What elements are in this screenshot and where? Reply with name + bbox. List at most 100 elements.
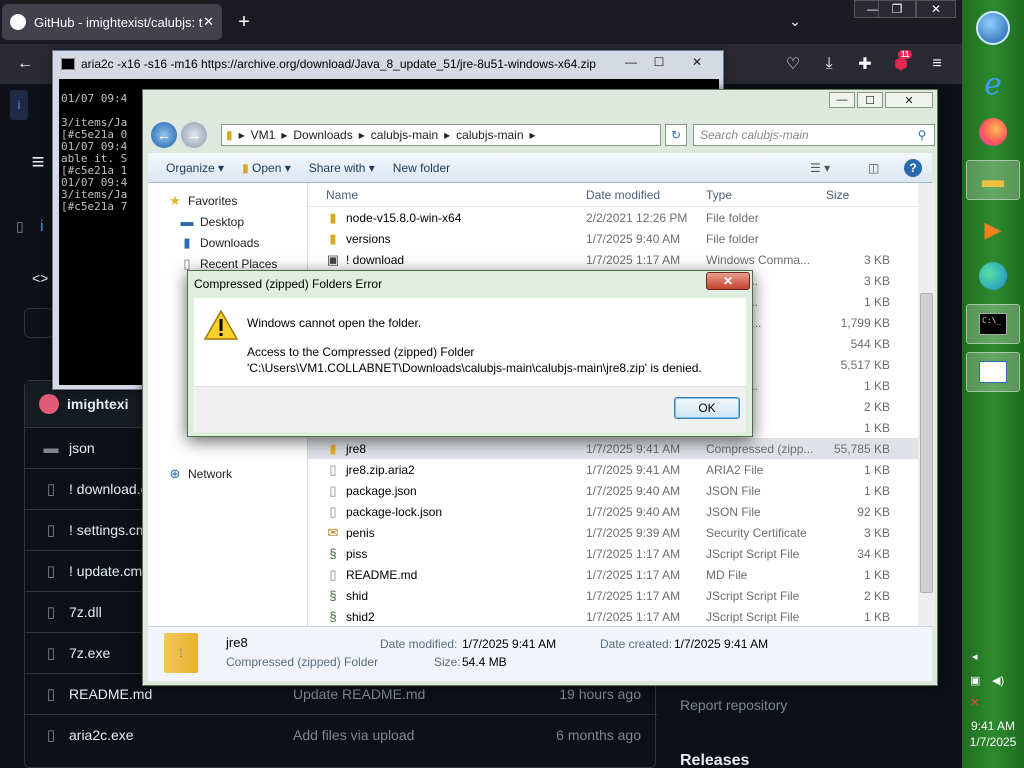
file-name: shid — [346, 588, 369, 603]
file-row[interactable]: ▯ package.json 1/7/2025 9:40 AM JSON File 1 … — [308, 480, 918, 501]
file-row[interactable]: ✉ penis 1/7/2025 9:39 AM Security Certifica… — [308, 522, 918, 543]
file-row[interactable]: ▯ README.md 1/7/2025 1:17 AM MD File 1 KB — [308, 564, 918, 585]
volume-tray-icon[interactable]: ◀) — [992, 674, 1004, 687]
breadcrumb-downloads[interactable]: Downloads — [293, 128, 352, 142]
file-row[interactable]: ▮ jre8 1/7/2025 9:41 AM Compressed (zipp...… — [308, 438, 918, 459]
github-file-name[interactable]: aria2c.exe — [69, 727, 269, 743]
forward-button[interactable]: → — [181, 122, 207, 148]
releases-heading: Releases — [680, 752, 750, 768]
file-icon: ▯ — [329, 461, 337, 477]
dialog-taskbar-icon[interactable] — [966, 352, 1020, 392]
column-size[interactable]: Size — [826, 188, 849, 202]
breadcrumb-vm1[interactable]: VM1 — [251, 128, 276, 142]
code-tab-icon[interactable]: <> — [32, 270, 48, 286]
back-button[interactable]: ← — [151, 122, 177, 148]
commit-author[interactable]: imightexi — [67, 396, 128, 412]
file-name: jre8 — [346, 441, 367, 456]
nav-desktop[interactable]: ▬ Desktop — [178, 214, 245, 229]
open-button[interactable]: ▮ Open ▾ — [242, 161, 291, 175]
github-commit-date: 6 months ago — [556, 727, 641, 743]
share-with-button[interactable]: Share with ▾ — [309, 161, 375, 175]
branch-button[interactable] — [24, 308, 54, 338]
file-type: Compressed (zipp... — [706, 441, 814, 456]
file-row[interactable]: § shid 1/7/2025 1:17 AM JScript Script File… — [308, 585, 918, 606]
pocket-icon[interactable]: ♡ — [780, 52, 806, 76]
column-date-modified[interactable]: Date modified — [586, 188, 660, 202]
preview-pane-icon[interactable]: ◫ — [868, 161, 879, 175]
new-folder-button[interactable]: New folder — [393, 161, 450, 175]
menu-icon[interactable]: ≡ — [924, 52, 950, 76]
explorer-close-button[interactable]: ✕ — [885, 92, 933, 108]
extensions-icon[interactable]: ✚ — [852, 52, 878, 76]
file-row[interactable]: ▮ versions 1/7/2025 9:40 AM File folder — [308, 228, 918, 249]
file-name: ! download — [346, 252, 405, 267]
explorer-maximize-button[interactable]: ☐ — [857, 92, 883, 108]
console-taskbar-icon[interactable]: C:\_ — [966, 304, 1020, 344]
file-type: JSON File — [706, 504, 761, 519]
search-input[interactable]: Search calubjs-main — [693, 124, 935, 146]
github-commit-message[interactable]: Update README.md — [293, 686, 425, 702]
close-tab-icon[interactable]: ✕ — [203, 14, 214, 30]
console-close-button[interactable]: ✕ — [675, 53, 719, 71]
explorer-minimize-button[interactable]: — — [829, 92, 855, 108]
file-size: 1 KB — [863, 567, 890, 582]
scrollbar-thumb[interactable] — [920, 293, 933, 593]
file-row[interactable]: § shid2 1/7/2025 1:17 AM JScript Script Fil… — [308, 606, 918, 627]
console-minimize-button[interactable]: — — [617, 53, 645, 71]
github-logo-icon — [10, 14, 26, 30]
file-row[interactable]: ▣ ! download 1/7/2025 1:17 AM Windows Comma… — [308, 249, 918, 270]
hamburger-icon[interactable]: ≡ — [26, 149, 50, 174]
search-icon[interactable]: ⚲ — [913, 126, 931, 144]
network-tray-icon[interactable]: ▣ — [970, 674, 980, 687]
help-icon[interactable]: ? — [904, 158, 922, 177]
github-commit-message[interactable]: Add files via upload — [293, 727, 414, 743]
file-size: 544 KB — [850, 336, 890, 351]
column-type[interactable]: Type — [706, 188, 732, 202]
firefox-icon[interactable] — [966, 112, 1020, 152]
report-repository-link[interactable]: Report repository — [680, 697, 787, 713]
vertical-scrollbar[interactable] — [918, 183, 935, 626]
internet-explorer-icon[interactable]: e — [966, 64, 1020, 104]
dialog-close-button[interactable]: ✕ — [706, 272, 750, 290]
github-file-name[interactable]: README.md — [69, 686, 269, 702]
github-file-row[interactable]: ▯ aria2c.exe Add files via upload 6 months … — [25, 714, 657, 755]
address-bar[interactable]: ▮ ▸ VM1 ▸ Downloads ▸ calubjs-main ▸ cal… — [221, 124, 661, 146]
breadcrumb-calubjs-main[interactable]: calubjs-main — [371, 128, 438, 142]
list-all-tabs-icon[interactable]: ⌄ — [784, 10, 806, 32]
file-name: README.md — [346, 567, 418, 582]
explorer-taskbar-icon[interactable]: ▬ — [966, 160, 1020, 200]
show-hidden-icons[interactable]: ◂ — [972, 650, 978, 663]
action-center-tray-icon[interactable]: ✕ — [970, 696, 979, 709]
nav-favorites[interactable]: ★ Favorites — [166, 193, 237, 209]
error-dialog[interactable]: Compressed (zipped) Folders Error ✕ Wind… — [187, 270, 753, 437]
repo-owner-link[interactable]: i — [40, 218, 44, 236]
file-row[interactable]: ▯ jre8.zip.aria2 1/7/2025 9:41 AM ARIA2 Fil… — [308, 459, 918, 480]
file-row[interactable]: ▯ package-lock.json 1/7/2025 9:40 AM JSON F… — [308, 501, 918, 522]
dialog-message-1: Windows cannot open the folder. — [247, 316, 422, 330]
restore-browser-button[interactable]: ❐ — [878, 0, 916, 18]
console-maximize-button[interactable]: ☐ — [645, 53, 673, 71]
downloads-icon[interactable]: ⤓ — [816, 52, 842, 76]
dialog-titlebar[interactable]: Compressed (zipped) Folders Error — [188, 271, 752, 297]
file-row[interactable]: ▮ node-v15.8.0-win-x64 2/2/2021 12:26 PM Fi… — [308, 207, 918, 228]
taskbar-clock[interactable]: 9:41 AM 1/7/2025 — [962, 718, 1024, 750]
column-name[interactable]: Name — [326, 188, 358, 202]
open-label: Open — [252, 160, 282, 175]
view-options-icon[interactable]: ☰ ▾ — [810, 161, 830, 175]
breadcrumb-calubjs-main-2[interactable]: calubjs-main — [456, 128, 523, 142]
nav-network[interactable]: ⊕ Network — [166, 466, 232, 482]
browser-tab-github[interactable]: GitHub - imightexist/calubjs: th ✕ — [2, 4, 222, 40]
star-icon: ★ — [169, 193, 181, 208]
edge-icon[interactable] — [966, 256, 1020, 296]
refresh-icon[interactable]: ↻ — [665, 124, 687, 146]
start-button[interactable] — [966, 8, 1020, 48]
close-browser-button[interactable]: ✕ — [916, 0, 956, 18]
file-row[interactable]: § piss 1/7/2025 1:17 AM JScript Script File… — [308, 543, 918, 564]
media-player-icon[interactable]: ▶ — [966, 210, 1020, 250]
file-date: 1/7/2025 9:39 AM — [586, 525, 681, 540]
ok-button[interactable]: OK — [674, 397, 740, 419]
new-tab-icon[interactable]: + — [232, 10, 256, 34]
nav-downloads[interactable]: ▮ Downloads — [178, 235, 259, 251]
organize-button[interactable]: Organize ▾ — [166, 161, 224, 175]
back-arrow-icon[interactable]: ← — [12, 52, 38, 76]
